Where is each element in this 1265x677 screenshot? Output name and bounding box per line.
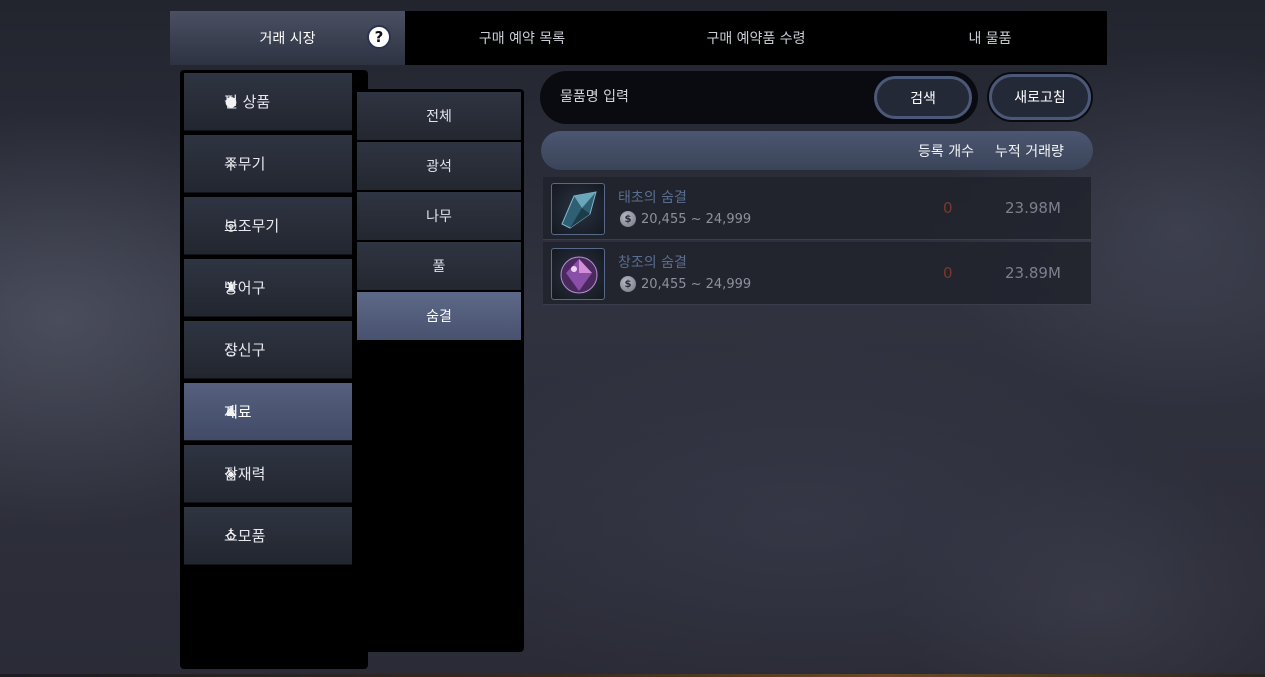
category-material[interactable]: ♟ 재료 — [184, 383, 352, 441]
price-range: $ 20,455 ~ 24,999 — [620, 211, 751, 227]
table-row[interactable]: 창조의 숨결 $ 20,455 ~ 24,999 0 23.89M — [543, 242, 1091, 305]
tab-label: 구매 예약 목록 — [478, 31, 566, 47]
price-range-text: 20,455 ~ 24,999 — [641, 211, 752, 227]
trade-volume: 23.98M — [1005, 199, 1061, 217]
tab-purchase-reservations[interactable]: 구매 예약 목록 — [405, 11, 639, 65]
category-accessory[interactable]: ◌ 장신구 — [184, 321, 352, 379]
silver-coin-icon: $ — [620, 211, 636, 227]
subcategory-breath[interactable]: 숨결 — [357, 292, 521, 340]
armor-icon: ♜ — [224, 279, 238, 296]
pouch-icon: ♟ — [224, 403, 238, 420]
category-pearl-items[interactable]: ● 펄 상품 — [184, 73, 352, 131]
purple-crystal-icon — [551, 248, 605, 300]
subcategory-label: 숨결 — [426, 309, 452, 325]
category-consumable[interactable]: ♁ 소모품 — [184, 507, 352, 565]
potion-icon: ♁ — [225, 527, 237, 544]
refresh-button-label: 새로고침 — [1014, 90, 1066, 106]
category-sub-weapon[interactable]: ◎ 보조무기 — [184, 197, 352, 255]
subcategory-label: 나무 — [426, 209, 452, 225]
search-bar: 검색 — [540, 71, 978, 124]
category-main-weapon[interactable]: ⚔ 주무기 — [184, 135, 352, 193]
table-header: 등록 개수 누적 거래량 — [541, 131, 1093, 170]
category-panel: ● 펄 상품 ⚔ 주무기 ◎ 보조무기 ♜ 방어구 ◌ 장신구 ♟ 재료 ◈ 잠… — [180, 70, 368, 669]
tab-label: 거래 시장 — [259, 31, 316, 47]
price-range-text: 20,455 ~ 24,999 — [641, 276, 752, 292]
tab-label: 내 물품 — [968, 31, 1012, 47]
diamond-icon: ◈ — [225, 465, 237, 482]
registered-count: 0 — [943, 199, 953, 217]
subcategory-panel: 전체 광석 나무 풀 숨결 — [353, 89, 524, 652]
subcategory-ore[interactable]: 광석 — [357, 142, 521, 190]
trade-volume: 23.89M — [1005, 264, 1061, 282]
subcategory-label: 풀 — [432, 259, 446, 275]
subcategory-label: 전체 — [426, 109, 452, 125]
category-potential[interactable]: ◈ 잠재력 — [184, 445, 352, 503]
crossed-swords-icon: ⚔ — [224, 155, 238, 172]
price-range: $ 20,455 ~ 24,999 — [620, 276, 751, 292]
subcategory-label: 광석 — [426, 159, 452, 175]
table-row[interactable]: 태초의 숨결 $ 20,455 ~ 24,999 0 23.98M — [543, 177, 1091, 240]
header-registered-count[interactable]: 등록 개수 — [918, 141, 974, 161]
silver-coin-icon: $ — [620, 276, 636, 292]
help-icon[interactable]: ? — [367, 25, 391, 49]
search-input[interactable] — [560, 85, 840, 109]
search-button-label: 검색 — [910, 90, 936, 107]
ring-icon: ◌ — [224, 341, 238, 358]
pearl-icon: ● — [224, 93, 238, 110]
blue-crystal-icon — [551, 183, 605, 235]
tab-market[interactable]: 거래 시장 ? — [170, 11, 405, 65]
tab-reserved-receipt[interactable]: 구매 예약품 수령 — [639, 11, 873, 65]
category-armor[interactable]: ♜ 방어구 — [184, 259, 352, 317]
registered-count: 0 — [943, 264, 953, 282]
subcategory-wood[interactable]: 나무 — [357, 192, 521, 240]
tab-my-items[interactable]: 내 물품 — [873, 11, 1107, 65]
subcategory-all[interactable]: 전체 — [357, 92, 521, 140]
tab-label: 구매 예약품 수령 — [706, 31, 806, 47]
target-icon: ◎ — [224, 217, 238, 234]
top-tab-bar: 거래 시장 ? 구매 예약 목록 구매 예약품 수령 내 물품 — [170, 11, 1107, 65]
refresh-button[interactable]: 새로고침 — [989, 74, 1091, 120]
header-trade-volume[interactable]: 누적 거래량 — [995, 141, 1064, 161]
subcategory-herb[interactable]: 풀 — [357, 242, 521, 290]
search-button[interactable]: 검색 — [874, 76, 972, 119]
item-name: 창조의 숨결 — [618, 255, 687, 271]
item-name: 태초의 숨결 — [618, 190, 687, 206]
